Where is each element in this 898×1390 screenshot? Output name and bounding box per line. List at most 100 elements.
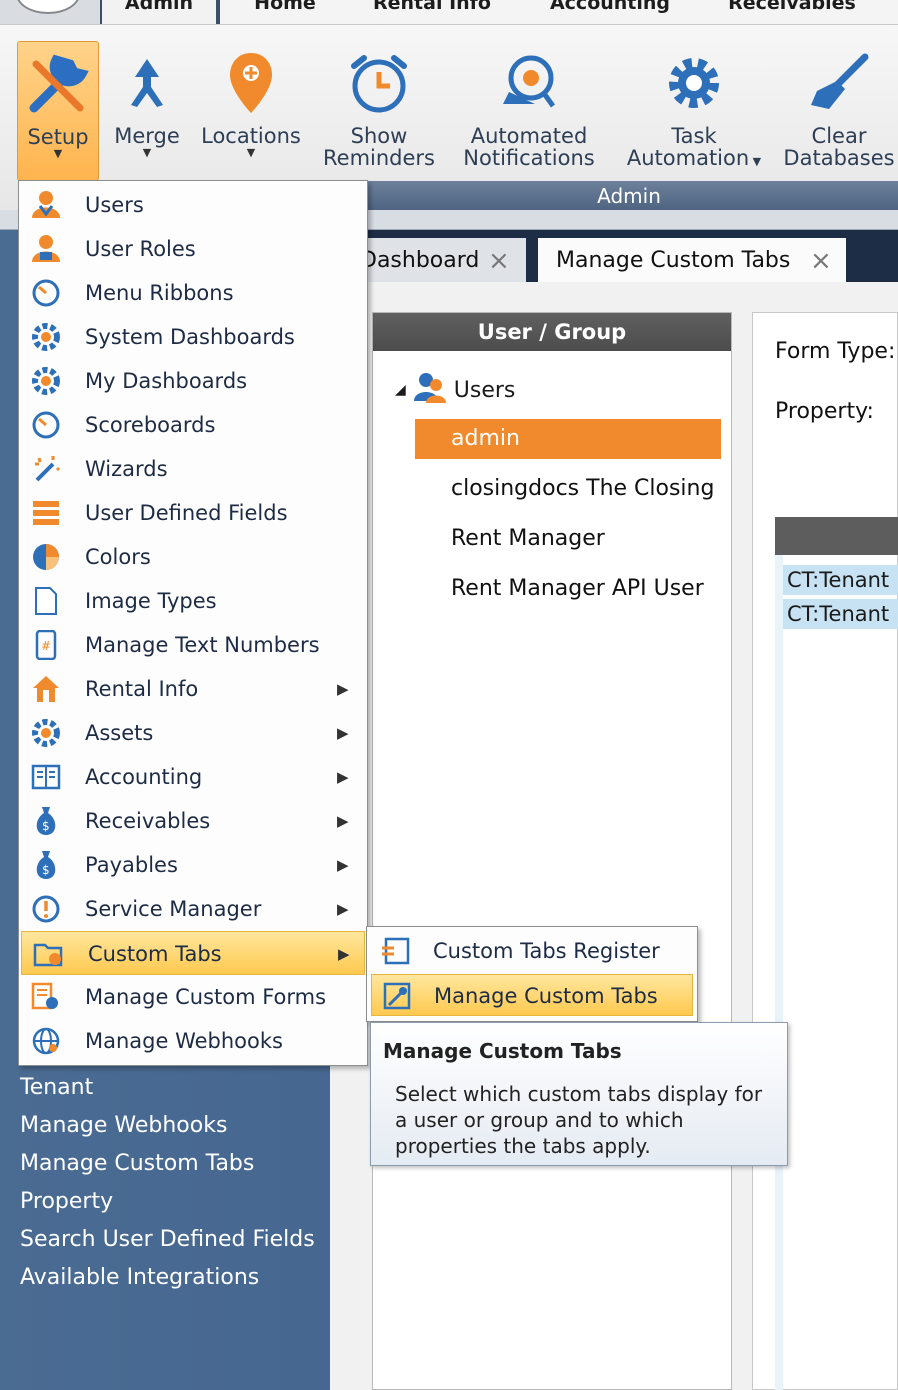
document-icon	[29, 585, 63, 617]
menu-item-accounting-label: Accounting	[85, 765, 203, 789]
phone-icon: #	[29, 629, 63, 661]
merge-button[interactable]: Merge ▼	[108, 41, 186, 181]
menu-item-image-types-label: Image Types	[85, 589, 217, 613]
menu-item-scoreboards[interactable]: Scoreboards	[19, 403, 367, 447]
tree-item-rent-manager-api-user[interactable]: Rent Manager API User	[415, 569, 721, 609]
menu-item-payables[interactable]: $ Payables ▶	[19, 843, 367, 887]
menu-item-wizards-label: Wizards	[85, 457, 168, 481]
menu-item-custom-tabs[interactable]: Custom Tabs ▶	[21, 931, 365, 975]
grid-body	[775, 555, 783, 1390]
folder-gear-icon	[32, 938, 66, 970]
manage-tabs-icon	[380, 980, 414, 1012]
money-bag-icon: $	[29, 849, 63, 881]
svg-text:#: #	[41, 639, 51, 653]
menu-item-custom-tabs-register[interactable]: Custom Tabs Register	[371, 930, 693, 972]
svg-text:$: $	[42, 819, 50, 833]
svg-text:$: $	[42, 863, 50, 877]
tab-manage-custom-tabs[interactable]: Manage Custom Tabs ×	[538, 238, 846, 284]
nav-item-search-udf[interactable]: Search User Defined Fields	[20, 1227, 315, 1252]
tooltip-title: Manage Custom Tabs	[383, 1039, 622, 1063]
menu-item-rental-info[interactable]: Rental Info ▶	[19, 667, 367, 711]
nav-item-manage-custom-tabs[interactable]: Manage Custom Tabs	[20, 1151, 254, 1176]
tab-admin[interactable]: Admin	[102, 0, 216, 24]
grid-row[interactable]: CT:Tenant	[783, 599, 898, 629]
setup-button[interactable]: Setup ▼	[17, 41, 99, 181]
nav-item-property[interactable]: Property	[20, 1189, 113, 1214]
close-icon[interactable]: ×	[810, 238, 832, 284]
user-group-panel: User / Group ◢ Users admin closingdocs T…	[372, 312, 732, 1390]
menu-item-manage-text-numbers[interactable]: # Manage Text Numbers	[19, 623, 367, 667]
nav-item-available-integrations[interactable]: Available Integrations	[20, 1265, 259, 1290]
menu-item-users[interactable]: Users	[19, 183, 367, 227]
menu-item-accounting[interactable]: Accounting ▶	[19, 755, 367, 799]
menu-item-manage-custom-forms[interactable]: Manage Custom Forms	[19, 975, 367, 1019]
wand-icon	[29, 453, 63, 485]
user-roles-icon	[29, 233, 63, 265]
menu-item-system-dashboards-label: System Dashboards	[85, 325, 295, 349]
menu-item-wizards[interactable]: Wizards	[19, 447, 367, 491]
tree-item-rent-manager[interactable]: Rent Manager	[415, 519, 721, 559]
grid-row[interactable]: CT:Tenant	[783, 565, 898, 595]
menu-item-my-dashboards[interactable]: My Dashboards	[19, 359, 367, 403]
menu-item-colors-label: Colors	[85, 545, 151, 569]
tab-rental-info[interactable]: Rental Info	[352, 0, 512, 24]
locations-button[interactable]: Locations ▼	[198, 41, 304, 181]
map-pin-icon	[198, 41, 304, 125]
menu-item-user-roles[interactable]: User Roles	[19, 227, 367, 271]
menu-item-user-defined-fields[interactable]: User Defined Fields	[19, 491, 367, 535]
merge-arrow-icon	[108, 41, 186, 125]
tree-collapse-icon[interactable]: ◢	[395, 382, 406, 398]
menu-item-custom-tabs-label: Custom Tabs	[88, 942, 222, 966]
fields-icon	[29, 497, 63, 529]
show-reminders-button[interactable]: Show Reminders	[320, 41, 438, 181]
menu-item-manage-custom-tabs[interactable]: Manage Custom Tabs	[371, 974, 693, 1016]
task-automation-button[interactable]: Task Automation ▼	[620, 41, 768, 181]
document-tab-bar: Dashboard × Manage Custom Tabs ×	[330, 230, 898, 284]
app-button-area[interactable]	[0, 0, 100, 24]
menu-item-menu-ribbons[interactable]: Menu Ribbons	[19, 271, 367, 315]
menu-item-my-dashboards-label: My Dashboards	[85, 369, 248, 393]
tree-item-admin[interactable]: admin	[415, 419, 721, 459]
close-icon[interactable]: ×	[488, 238, 510, 284]
menu-item-assets-label: Assets	[85, 721, 154, 745]
app-orb-icon[interactable]	[16, 0, 80, 14]
money-bag-icon: $	[29, 805, 63, 837]
menu-item-receivables[interactable]: $ Receivables ▶	[19, 799, 367, 843]
menu-item-colors[interactable]: Colors	[19, 535, 367, 579]
tab-home-label: Home	[254, 0, 316, 14]
menu-item-manage-webhooks[interactable]: Manage Webhooks	[19, 1019, 367, 1063]
chevron-right-icon: ▶	[337, 724, 349, 742]
nav-item-manage-webhooks[interactable]: Manage Webhooks	[20, 1113, 227, 1138]
task-automation-label-2-row: Automation ▼	[620, 147, 768, 173]
form-type-label: Form Type:	[775, 339, 896, 364]
menu-item-assets[interactable]: Assets ▶	[19, 711, 367, 755]
chevron-right-icon: ▶	[338, 945, 350, 963]
automated-notifications-label-1: Automated	[470, 124, 588, 148]
tab-receivables[interactable]: Receivables	[712, 0, 872, 24]
menu-item-image-types[interactable]: Image Types	[19, 579, 367, 623]
menu-item-service-manager[interactable]: Service Manager ▶	[19, 887, 367, 931]
tab-accounting[interactable]: Accounting	[530, 0, 690, 24]
manage-custom-tabs-label: Manage Custom Tabs	[434, 984, 658, 1008]
tab-dashboard-label: Dashboard	[360, 248, 480, 273]
tab-home[interactable]: Home	[220, 0, 350, 24]
grid-header	[775, 517, 898, 555]
nav-item-tenant[interactable]: Tenant	[20, 1075, 93, 1100]
tree-node-users[interactable]: ◢ Users	[395, 371, 515, 409]
gear-icon	[29, 717, 63, 749]
clear-databases-button[interactable]: Clear Databases	[782, 41, 896, 181]
chevron-right-icon: ▶	[337, 900, 349, 918]
tab-receivables-label: Receivables	[728, 0, 856, 14]
tab-rental-info-label: Rental Info	[373, 0, 491, 14]
chevron-right-icon: ▶	[337, 856, 349, 874]
broom-icon	[782, 41, 896, 125]
tooltip-body: Select which custom tabs display for a u…	[395, 1082, 763, 1158]
automated-notifications-button[interactable]: Automated Notifications	[456, 41, 602, 181]
menu-item-system-dashboards[interactable]: System Dashboards	[19, 315, 367, 359]
house-icon	[29, 673, 63, 705]
show-reminders-label-1: Show	[350, 124, 408, 148]
property-label: Property:	[775, 399, 874, 424]
merge-label: Merge	[114, 124, 180, 148]
tree-item-closingdocs[interactable]: closingdocs The Closing D	[415, 469, 721, 509]
forms-gear-icon	[29, 981, 63, 1013]
